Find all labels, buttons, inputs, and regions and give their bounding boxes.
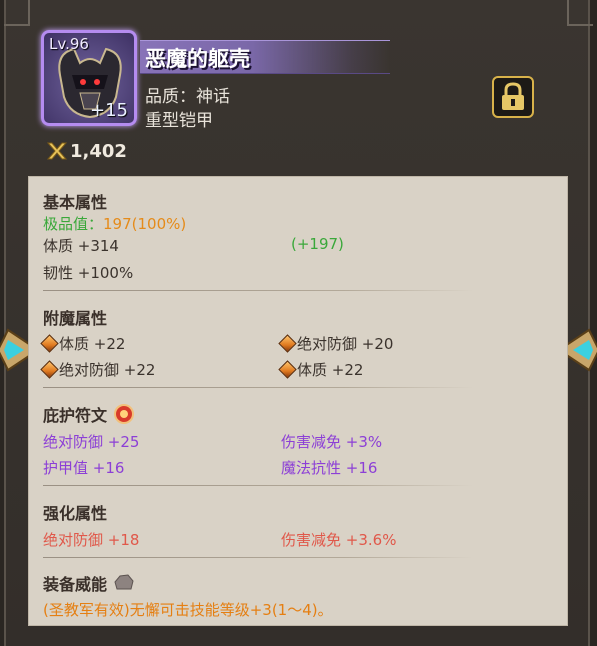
rune-stat: 伤害减免 +3% — [281, 433, 383, 451]
rune-title: 庇护符文 — [43, 402, 135, 426]
divider — [43, 557, 473, 558]
item-icon[interactable]: Lv.96 +15 — [41, 30, 137, 126]
enchant-diamond-icon — [40, 360, 59, 379]
lock-icon — [502, 82, 524, 110]
enchant-stat: 绝对防御 +20 — [278, 333, 394, 354]
rune-icon — [113, 404, 134, 424]
item-stats-panel: 基本属性 极品值：197(100%) 体质 +314 (+197) 韧性 +10… — [28, 176, 568, 626]
enchant-diamond-icon — [278, 360, 297, 379]
equip-power-text: (圣教军有效)无懈可击技能等级+3(1～4)。 — [43, 601, 333, 619]
reinforce-stat: 绝对防御 +18 — [43, 531, 140, 549]
enchant-attributes-title: 附魔属性 — [43, 309, 108, 328]
enchant-stat-label: 绝对防御 +22 — [59, 361, 156, 379]
panel-corner-right — [567, 0, 593, 26]
equip-power-title-label: 装备威能 — [43, 575, 108, 594]
reinforce-stat: 伤害减免 +3.6% — [281, 531, 397, 549]
rune-stat: 魔法抗性 +16 — [281, 459, 378, 477]
combat-power-icon — [46, 142, 68, 160]
divider — [43, 485, 473, 486]
enchant-stat-label: 体质 +22 — [59, 335, 126, 353]
equip-power-title: 装备威能 — [43, 571, 135, 595]
rune-stat: 护甲值 +16 — [43, 459, 125, 477]
lock-button[interactable] — [492, 76, 534, 118]
item-name: 恶魔的躯壳 — [145, 47, 250, 71]
rune-stat: 绝对防御 +25 — [43, 433, 140, 451]
enchant-diamond-icon — [278, 334, 297, 353]
perfect-value-number: 197(100%) — [103, 215, 187, 233]
enchant-diamond-icon — [40, 334, 59, 353]
combat-power-value: 1,402 — [70, 141, 127, 162]
item-quality: 品质：神话 — [145, 87, 230, 107]
reinforce-attributes-title: 强化属性 — [43, 504, 108, 523]
enchant-stat: 体质 +22 — [40, 333, 126, 354]
divider — [43, 290, 473, 291]
perfect-value-label: 极品值： — [43, 215, 104, 233]
enhance-level: +15 — [90, 100, 128, 121]
basic-stat-constitution: 体质 +314 — [43, 237, 119, 255]
enchant-stat-label: 绝对防御 +20 — [297, 335, 394, 353]
stone-icon — [114, 574, 134, 590]
item-type: 重型铠甲 — [145, 111, 213, 131]
basic-stat-constitution-bonus: (+197) — [291, 235, 344, 253]
item-level: Lv.96 — [49, 35, 89, 53]
enchant-stat: 体质 +22 — [278, 359, 364, 380]
basic-attributes-title: 基本属性 — [43, 193, 108, 212]
rune-title-label: 庇护符文 — [43, 406, 108, 425]
panel-corner-left — [4, 0, 30, 26]
basic-stat-toughness: 韧性 +100% — [43, 264, 134, 282]
enchant-stat-label: 体质 +22 — [297, 361, 364, 379]
perfect-value-row: 极品值：197(100%) — [43, 213, 186, 234]
enchant-stat: 绝对防御 +22 — [40, 359, 156, 380]
divider — [43, 387, 473, 388]
